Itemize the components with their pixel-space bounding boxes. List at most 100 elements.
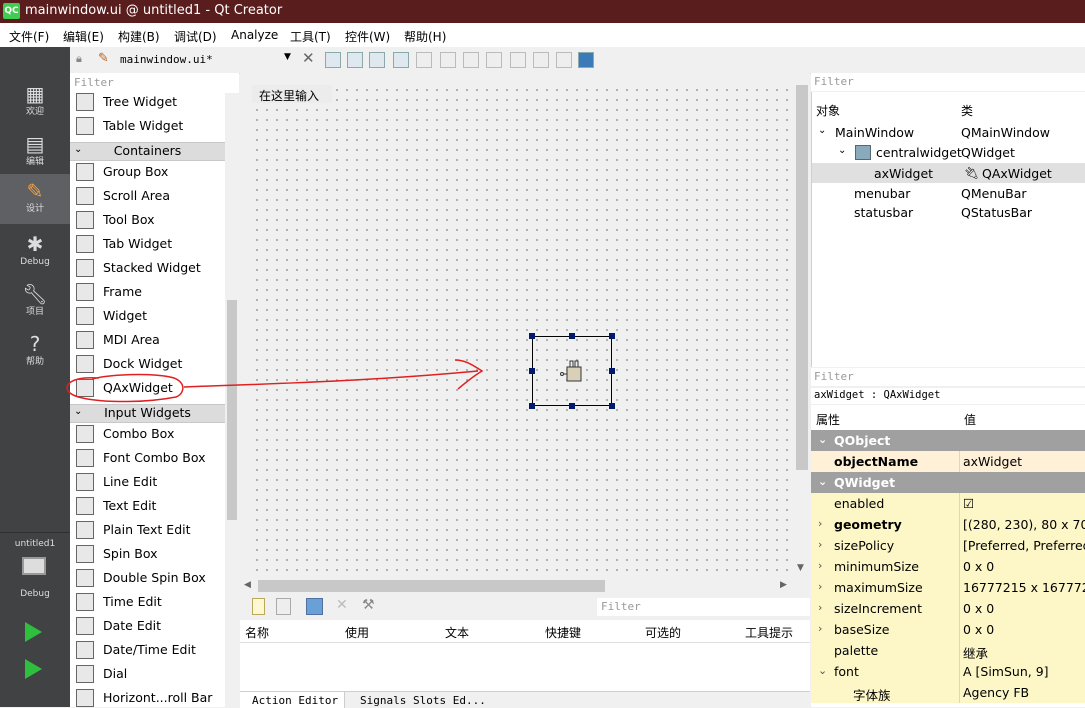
- widget-box-item[interactable]: Stacked Widget: [70, 256, 225, 280]
- layout-vertical-icon[interactable]: [440, 52, 456, 68]
- widget-box-item[interactable]: Group Box: [70, 160, 225, 184]
- widget-box-item[interactable]: Scroll Area: [70, 184, 225, 208]
- resize-handle-sw[interactable]: [529, 403, 535, 409]
- widget-category-header[interactable]: ⌄ Containers: [70, 142, 225, 161]
- menu-controls[interactable]: 控件(W): [345, 28, 390, 45]
- widget-box-item[interactable]: Table Widget: [70, 114, 225, 138]
- property-value[interactable]: axWidget: [963, 454, 1085, 469]
- edit-tab-order-icon[interactable]: [393, 52, 409, 68]
- property-value[interactable]: [(280, 230), 80 x 70]: [963, 517, 1085, 532]
- menu-help[interactable]: 帮助(H): [404, 28, 446, 45]
- action-filter[interactable]: Filter: [597, 598, 810, 616]
- new-action-icon[interactable]: [252, 598, 265, 615]
- resize-handle-ne[interactable]: [609, 333, 615, 339]
- property-row[interactable]: › sizeIncrement 0 x 0: [811, 598, 1085, 619]
- chevron-right-icon[interactable]: ›: [818, 517, 822, 530]
- kit-selector-icon[interactable]: [22, 557, 46, 575]
- menu-debug[interactable]: 调试(D): [174, 28, 217, 45]
- layout-v-splitter-icon[interactable]: [486, 52, 502, 68]
- layout-h-splitter-icon[interactable]: [463, 52, 479, 68]
- property-row[interactable]: enabled ☑: [811, 493, 1085, 514]
- widget-box-item[interactable]: Text Edit: [70, 494, 225, 518]
- property-group-header[interactable]: ⌄ QObject: [811, 430, 1085, 451]
- widget-box-item[interactable]: Font Combo Box: [70, 446, 225, 470]
- edit-widgets-icon[interactable]: [325, 52, 341, 68]
- widget-box-item[interactable]: Date Edit: [70, 614, 225, 638]
- canvas-vertical-thumb[interactable]: [796, 85, 808, 470]
- header-object[interactable]: 对象: [816, 102, 840, 119]
- widget-box-item[interactable]: Line Edit: [70, 470, 225, 494]
- property-row[interactable]: › baseSize 0 x 0: [811, 619, 1085, 640]
- property-value[interactable]: A [SimSun, 9]: [963, 664, 1085, 679]
- run-icon[interactable]: [25, 622, 42, 642]
- property-editor-filter[interactable]: Filter: [811, 368, 1085, 386]
- property-value[interactable]: 0 x 0: [963, 601, 1085, 616]
- copy-action-icon[interactable]: [276, 598, 291, 615]
- col-checkable[interactable]: 可选的: [645, 624, 681, 641]
- menu-edit[interactable]: 编辑(E): [63, 28, 104, 45]
- col-used[interactable]: 使用: [345, 624, 369, 641]
- mode-help[interactable]: ? 帮助: [0, 327, 70, 377]
- chevron-right-icon[interactable]: ›: [818, 559, 822, 572]
- widget-box-item[interactable]: MDI Area: [70, 328, 225, 352]
- widget-box-item[interactable]: Double Spin Box: [70, 566, 225, 590]
- tree-row-mainwindow[interactable]: ⌄ MainWindow QMainWindow: [812, 122, 1085, 142]
- resize-handle-w[interactable]: [529, 368, 535, 374]
- edit-signals-icon[interactable]: [347, 52, 363, 68]
- resize-handle-n[interactable]: [569, 333, 575, 339]
- widget-box-item[interactable]: Tool Box: [70, 208, 225, 232]
- property-value[interactable]: 继承: [963, 643, 1085, 662]
- property-row[interactable]: ⌄ font A [SimSun, 9]: [811, 661, 1085, 682]
- widget-box-item[interactable]: Spin Box: [70, 542, 225, 566]
- widget-box-item[interactable]: Tab Widget: [70, 232, 225, 256]
- layout-grid-icon[interactable]: [533, 52, 549, 68]
- col-tooltip[interactable]: 工具提示: [745, 624, 793, 641]
- widget-box-item[interactable]: QAxWidget: [70, 376, 225, 400]
- mode-welcome[interactable]: ▦ 欢迎: [0, 77, 70, 127]
- edit-buddies-icon[interactable]: [369, 52, 385, 68]
- tree-row-axwidget[interactable]: axWidget 🔌︎ QAxWidget: [812, 163, 1085, 183]
- widget-box-item[interactable]: Combo Box: [70, 422, 225, 446]
- layout-form-icon[interactable]: [510, 52, 526, 68]
- main-window-form[interactable]: [252, 85, 794, 585]
- widget-box-item[interactable]: Time Edit: [70, 590, 225, 614]
- widget-box-item[interactable]: Tree Widget: [70, 93, 225, 114]
- resize-handle-s[interactable]: [569, 403, 575, 409]
- resize-handle-se[interactable]: [609, 403, 615, 409]
- menu-file[interactable]: 文件(F): [9, 28, 49, 45]
- chevron-right-icon[interactable]: ›: [818, 580, 822, 593]
- mode-edit[interactable]: ▤ 编辑: [0, 127, 70, 177]
- widget-box-item[interactable]: Dock Widget: [70, 352, 225, 376]
- menu-analyze[interactable]: Analyze: [231, 28, 278, 42]
- header-property[interactable]: 属性: [816, 411, 840, 428]
- col-name[interactable]: 名称: [245, 624, 269, 641]
- widget-box-filter[interactable]: Filter: [70, 73, 239, 93]
- mode-debug[interactable]: ✱ Debug: [0, 227, 70, 277]
- adjust-size-icon[interactable]: [578, 52, 594, 68]
- menu-tools[interactable]: 工具(T): [290, 28, 331, 45]
- widget-box-item[interactable]: Date/Time Edit: [70, 638, 225, 662]
- property-value[interactable]: ☑: [963, 496, 1085, 511]
- property-row[interactable]: 字体族 Agency FB: [811, 682, 1085, 703]
- widget-category-header[interactable]: ⌄ Input Widgets: [70, 404, 225, 423]
- tree-row-centralwidget[interactable]: ⌄ centralwidget QWidget: [812, 142, 1085, 162]
- scroll-right-icon[interactable]: ▶: [780, 580, 787, 590]
- tab-signals-slots[interactable]: Signals Slots Ed...: [360, 694, 486, 707]
- property-row[interactable]: palette 继承: [811, 640, 1085, 661]
- property-value[interactable]: Agency FB: [963, 685, 1085, 700]
- paste-action-icon[interactable]: [306, 598, 323, 615]
- delete-action-icon[interactable]: ✕: [336, 597, 348, 613]
- break-layout-icon[interactable]: [556, 52, 572, 68]
- chevron-right-icon[interactable]: ›: [818, 538, 822, 551]
- chevron-right-icon[interactable]: ›: [818, 622, 822, 635]
- ax-widget-selection[interactable]: [532, 336, 612, 406]
- property-row[interactable]: objectName axWidget: [811, 451, 1085, 472]
- scroll-down-icon[interactable]: ▼: [797, 563, 804, 573]
- header-value[interactable]: 值: [964, 411, 976, 428]
- tree-row-statusbar[interactable]: statusbar QStatusBar: [812, 202, 1085, 222]
- resize-handle-nw[interactable]: [529, 333, 535, 339]
- property-value[interactable]: 0 x 0: [963, 559, 1085, 574]
- open-file-name[interactable]: mainwindow.ui*: [120, 53, 213, 66]
- debug-run-icon[interactable]: [25, 659, 42, 679]
- widget-box-item[interactable]: Plain Text Edit: [70, 518, 225, 542]
